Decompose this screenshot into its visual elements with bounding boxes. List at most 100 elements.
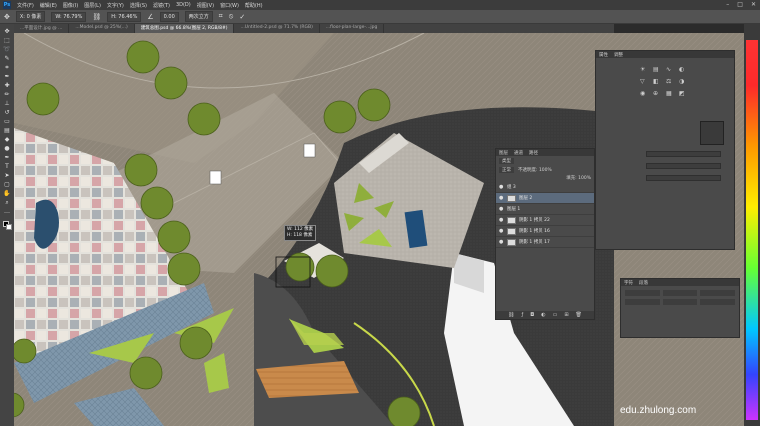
visibility-icon[interactable]: ● [499,195,504,201]
folder-icon[interactable]: ▭ [553,312,558,318]
menu-file[interactable]: 文件(F) [17,2,34,9]
eyedropper-icon[interactable]: ✒ [3,73,11,80]
property-field-2[interactable] [646,163,721,169]
angle-field[interactable]: 0.00 [159,11,179,22]
healing-icon[interactable]: ✚ [3,82,11,89]
warp-icon[interactable]: ⌗ [219,12,223,21]
menu-view[interactable]: 视图(V) [197,2,214,9]
minimize-icon[interactable]: – [726,1,729,8]
hand-icon[interactable]: ✋ [3,190,11,197]
tab-document-5[interactable]: ...floor-plan-large-...jpg [320,24,385,33]
layer-row[interactable]: ● 组 3 [496,182,594,193]
tab-layers[interactable]: 图层 [499,150,508,156]
mixer-icon[interactable]: ⊕ [653,90,661,97]
maximize-icon[interactable]: □ [737,1,743,8]
new-layer-icon[interactable]: ⊞ [564,312,568,318]
trash-icon[interactable]: 🗑 [576,312,582,318]
size-field[interactable] [700,290,735,296]
fill-field[interactable]: 填充: 100% [566,175,591,181]
tab-channels[interactable]: 通道 [514,150,523,156]
link-layers-icon[interactable]: ⛓ [508,312,514,318]
height-field[interactable]: H: 76.46% [107,11,142,22]
tab-paragraph[interactable]: 段落 [639,280,648,286]
move-icon[interactable]: ✥ [3,28,11,35]
tab-character[interactable]: 字符 [624,280,633,286]
tab-paths[interactable]: 路径 [529,150,538,156]
adjustment-layer-icon[interactable]: ◐ [541,312,545,318]
tab-document-1[interactable]: ...平面设计.jpg @ ... [14,24,70,33]
pen-icon[interactable]: ✒ [3,154,11,161]
fx-icon[interactable]: ƒ [521,312,523,318]
tab-properties[interactable]: 属性 [599,52,608,58]
hue-icon[interactable]: ◧ [653,78,661,85]
style-field[interactable] [662,290,698,296]
menu-window[interactable]: 窗口(W) [220,2,239,9]
layer-row[interactable]: ● 图层 1 [496,204,594,215]
visibility-icon[interactable]: ● [499,217,504,223]
x-field[interactable]: X: 0 像素 [15,11,46,22]
layer-kind-filter[interactable]: 类型 [499,158,514,164]
font-field[interactable] [625,290,660,296]
visibility-icon[interactable]: ● [499,239,504,245]
lasso-icon[interactable]: ➰ [3,46,11,53]
menu-edit[interactable]: 编辑(E) [40,2,57,9]
menu-type[interactable]: 文字(Y) [107,2,124,9]
cancel-icon[interactable]: ⦸ [229,12,234,21]
tracking-field[interactable] [662,299,698,305]
layer-row[interactable]: ● 阴影 1 拷贝 22 [496,215,594,226]
kerning-field[interactable] [700,299,735,305]
menu-image[interactable]: 图像(I) [63,2,78,9]
brightness-icon[interactable]: ☀ [640,66,648,73]
bw-icon[interactable]: ◑ [679,78,687,85]
zoom-icon[interactable]: ⌕ [3,199,11,206]
exposure-icon[interactable]: ◐ [679,66,687,73]
visibility-icon[interactable]: ● [499,228,504,234]
balance-icon[interactable]: ⚖ [666,78,674,85]
quick-select-icon[interactable]: ✎ [3,55,11,62]
layer-row[interactable]: ● 阴影 1 拷贝 16 [496,226,594,237]
tab-adjustments[interactable]: 调整 [614,52,623,58]
visibility-icon[interactable]: ● [499,206,504,212]
tab-document-4[interactable]: ...Untitled-2.psd @ 71.7% (RGB) [234,24,320,33]
photo-filter-icon[interactable]: ◉ [640,90,648,97]
mask-icon[interactable]: ◘ [530,312,534,318]
menu-3d[interactable]: 3D(D) [176,2,191,8]
close-icon[interactable]: ✕ [751,1,756,8]
color-picker-spectrum[interactable] [746,40,758,420]
stamp-icon[interactable]: ⊥ [3,100,11,107]
opacity-field[interactable]: 不透明度: 100% [518,167,552,173]
menu-select[interactable]: 选择(S) [130,2,147,9]
visibility-icon[interactable]: ● [499,184,504,190]
move-tool-icon[interactable]: ✥ [4,13,10,21]
history-brush-icon[interactable]: ↺ [3,109,11,116]
tab-document-active[interactable]: 建筑总图.psd @ 66.8%(图层 2, RGB/8#) [134,24,235,33]
link-icon[interactable]: ⛓ [92,13,101,21]
invert-icon[interactable]: ◩ [679,90,687,97]
leading-field[interactable] [625,299,660,305]
shape-icon[interactable]: ▢ [3,181,11,188]
property-field-3[interactable] [646,175,721,181]
blur-icon[interactable]: ◆ [3,136,11,143]
menu-layer[interactable]: 图层(L) [84,2,101,9]
path-select-icon[interactable]: ➤ [3,172,11,179]
commit-icon[interactable]: ✓ [239,13,245,21]
background-color[interactable] [6,224,12,230]
layer-row-selected[interactable]: ● 图层 2 [496,193,594,204]
eraser-icon[interactable]: ▭ [3,118,11,125]
color-swatches[interactable] [3,221,12,230]
layer-row[interactable]: ● 阴影 1 拷贝 17 [496,237,594,248]
vibrance-icon[interactable]: ▽ [640,78,648,85]
menu-help[interactable]: 帮助(H) [245,2,263,9]
curves-icon[interactable]: ∿ [666,66,674,73]
gradient-icon[interactable]: ▤ [3,127,11,134]
type-icon[interactable]: T [3,163,11,170]
menu-filter[interactable]: 滤镜(T) [153,2,170,9]
levels-icon[interactable]: ▤ [653,66,661,73]
angle-dial[interactable] [700,121,724,145]
width-field[interactable]: W: 76.79% [51,11,87,22]
property-field-1[interactable] [646,151,721,157]
lookup-icon[interactable]: ▦ [666,90,674,97]
marquee-icon[interactable]: ⬚ [3,37,11,44]
interpolation-select[interactable]: 两次立方 [184,11,213,22]
brush-icon[interactable]: ✏ [3,91,11,98]
